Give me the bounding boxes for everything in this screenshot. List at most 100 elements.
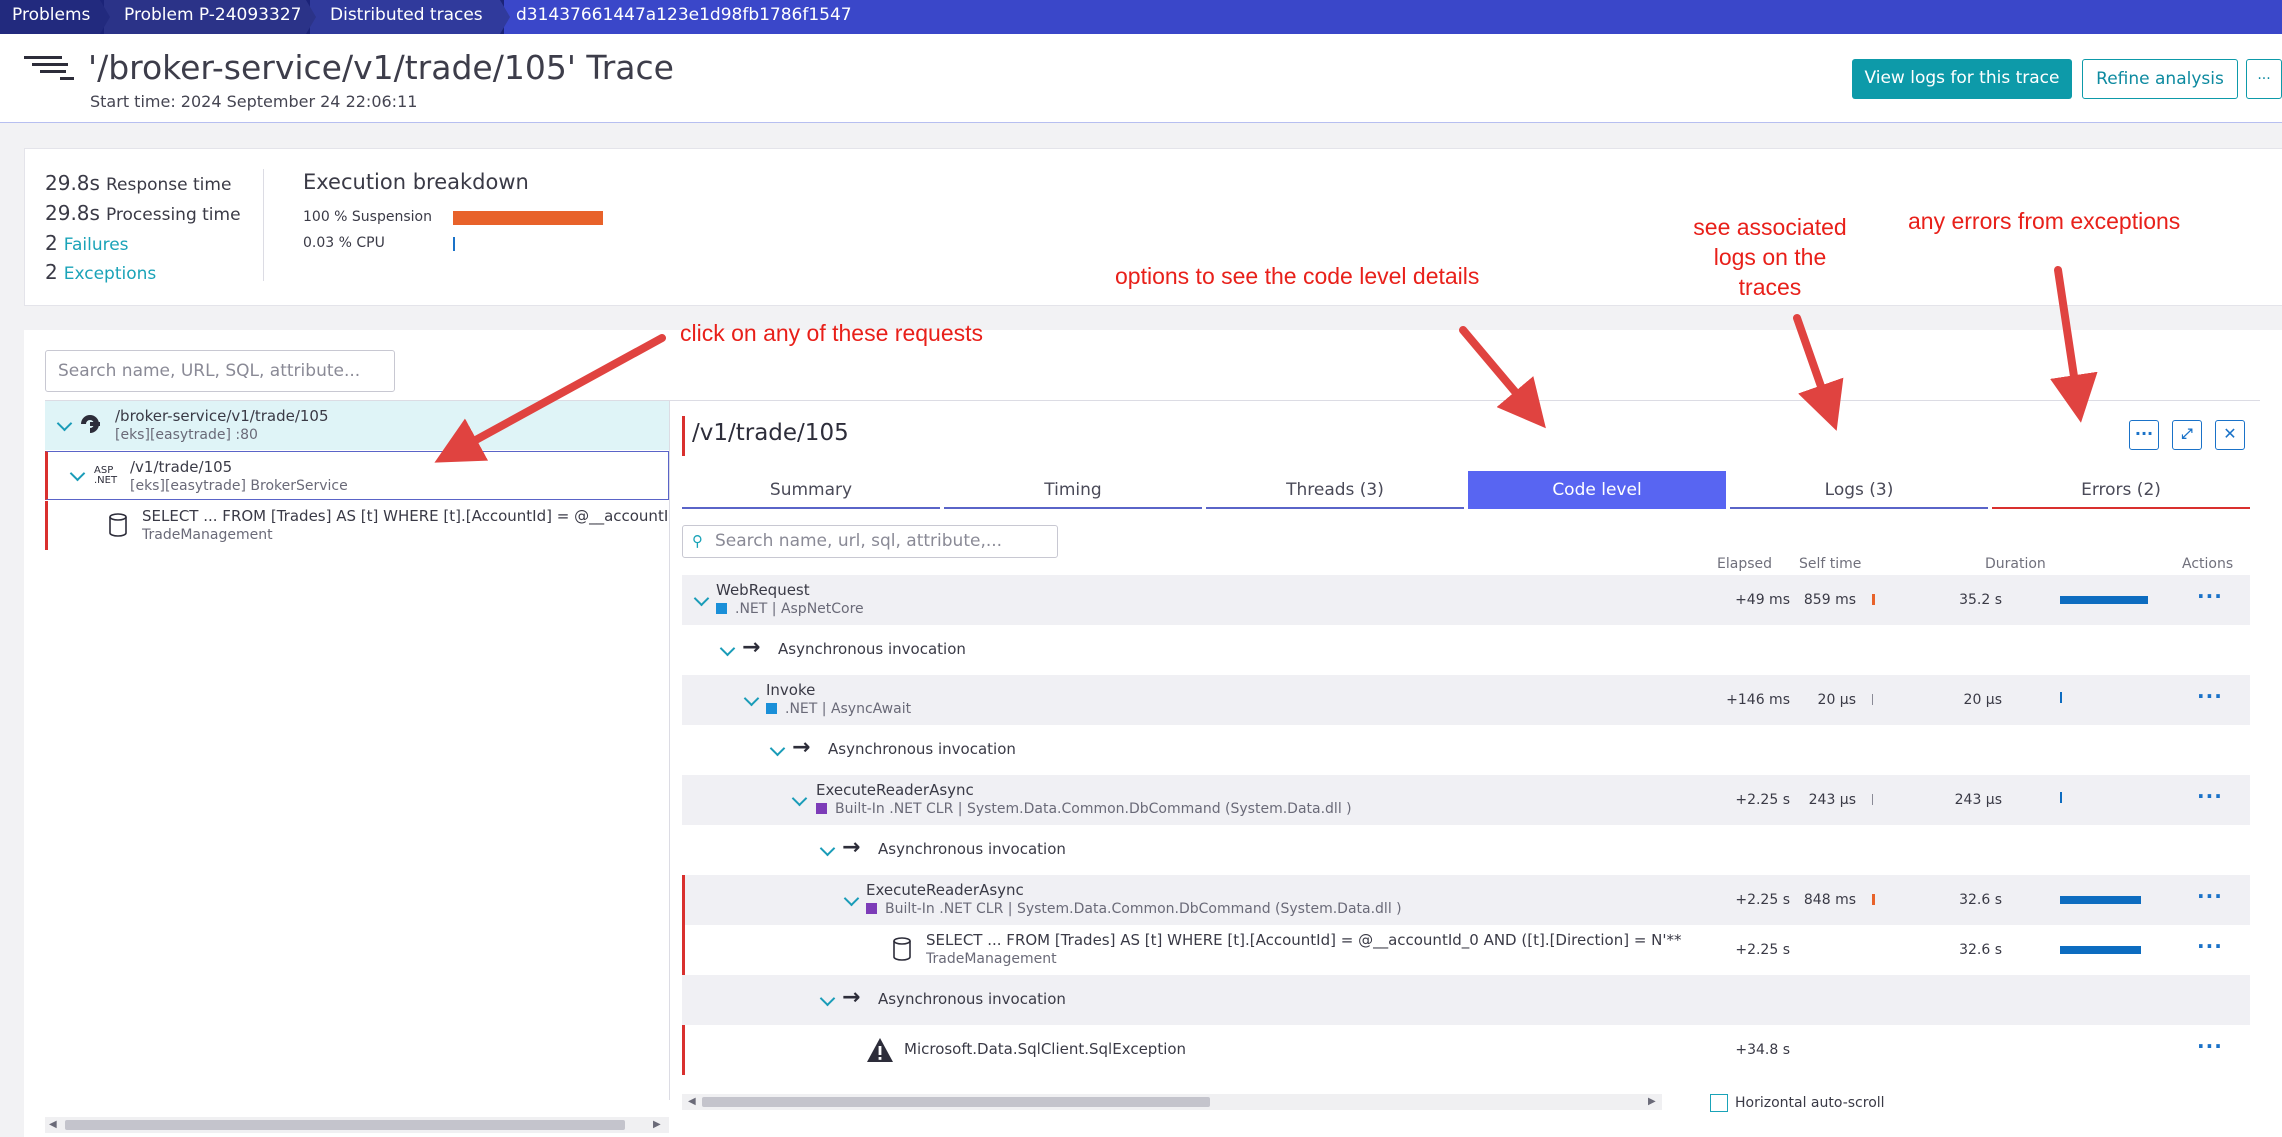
panel-divider	[669, 400, 670, 1100]
code-row-async[interactable]: → Asynchronous invocation	[682, 825, 2250, 875]
row-actions-icon[interactable]: ···	[2197, 884, 2223, 908]
code-row-invoke[interactable]: Invoke .NET | AsyncAwait +146 ms 20 μs 2…	[682, 675, 2250, 725]
breadcrumb-label: Problem P-24093327	[124, 5, 302, 25]
row-elapsed: +2.25 s	[1735, 942, 1790, 958]
tree-search-input[interactable]: Search name, URL, SQL, attribute...	[45, 350, 395, 392]
processing-time: 29.8s Processing time	[45, 201, 241, 225]
row-duration: 35.2 s	[1959, 592, 2002, 608]
row-actions-icon[interactable]: ···	[2197, 784, 2223, 808]
database-icon	[108, 513, 128, 541]
exceptions-link[interactable]: Exceptions	[64, 264, 157, 284]
code-row-webrequest[interactable]: WebRequest .NET | AspNetCore +49 ms 859 …	[682, 575, 2250, 625]
scrollbar-thumb[interactable]	[702, 1097, 1210, 1107]
row-name: ExecuteReaderAsync	[816, 781, 974, 799]
tree-item-broker-service[interactable]: /broker-service/v1/trade/105 [eks][easyt…	[45, 401, 669, 450]
annotation-click-requests: click on any of these requests	[680, 320, 983, 346]
row-actions-icon[interactable]: ···	[2197, 584, 2223, 608]
tab-threads[interactable]: Threads (3)	[1206, 471, 1464, 509]
chevron-down-icon	[769, 740, 786, 757]
exceptions[interactable]: 2 Exceptions	[45, 260, 156, 284]
code-row-execute-reader[interactable]: ExecuteReaderAsync Built-In .NET CLR | S…	[682, 775, 2250, 825]
breadcrumb-distributed-traces[interactable]: Distributed traces	[310, 0, 510, 34]
tab-summary[interactable]: Summary	[682, 471, 940, 509]
row-elapsed: +34.8 s	[1735, 1042, 1790, 1058]
tab-code-level[interactable]: Code level	[1468, 471, 1726, 509]
arrow-right-icon: →	[842, 985, 861, 1010]
row-name: Asynchronous invocation	[828, 740, 1016, 758]
tree-item-sql[interactable]: SELECT ... FROM [Trades] AS [t] WHERE [t…	[45, 501, 669, 550]
chevron-down-icon	[819, 840, 836, 857]
view-logs-button[interactable]: View logs for this trace	[1852, 59, 2072, 99]
breadcrumb-problems[interactable]: Problems	[0, 0, 110, 34]
row-actions-icon[interactable]: ···	[2197, 684, 2223, 708]
auto-scroll-label: Horizontal auto-scroll	[1735, 1095, 1885, 1111]
code-row-sql-error[interactable]: SELECT ... FROM [Trades] AS [t] WHERE [t…	[682, 925, 2250, 975]
breadcrumb-trace-id: d31437661447a123e1d98fb1786f1547	[504, 0, 2282, 34]
code-search-input[interactable]: ⚲ Search name, url, sql, attribute,...	[682, 525, 1058, 558]
suspension-track	[453, 211, 603, 225]
search-icon: ⚲	[692, 532, 703, 550]
code-row-async[interactable]: → Asynchronous invocation	[682, 975, 2250, 1025]
refine-analysis-button[interactable]: Refine analysis	[2082, 59, 2238, 99]
technology-icon	[866, 903, 877, 914]
failures-value: 2	[45, 231, 58, 255]
duration-bar	[2060, 596, 2148, 604]
column-self-time: Self time	[1799, 556, 1862, 572]
code-row-exception[interactable]: Microsoft.Data.SqlClient.SqlException +3…	[682, 1025, 2250, 1075]
failures[interactable]: 2 Failures	[45, 231, 129, 255]
tab-logs[interactable]: Logs (3)	[1730, 471, 1988, 509]
row-actions-icon[interactable]: ···	[2197, 934, 2223, 958]
asp-net-icon: ASP .NET	[94, 465, 118, 486]
tab-timing[interactable]: Timing	[944, 471, 1202, 509]
annotation-logs: see associated logs on the traces	[1693, 214, 1847, 300]
tab-errors[interactable]: Errors (2)	[1992, 471, 2250, 509]
scroll-left-icon[interactable]: ◀	[49, 1119, 57, 1130]
row-name: Asynchronous invocation	[878, 840, 1066, 858]
breadcrumb-problem[interactable]: Problem P-24093327	[104, 0, 316, 34]
tree-item-sub: TradeManagement	[142, 527, 273, 543]
failures-link[interactable]: Failures	[64, 235, 129, 255]
self-time-tick	[1872, 594, 1875, 605]
row-actions-icon[interactable]: ···	[2197, 1034, 2223, 1058]
scroll-right-icon[interactable]: ▶	[653, 1119, 661, 1130]
tree-item-asp-net[interactable]: ASP .NET /v1/trade/105 [eks][easytrade] …	[45, 451, 669, 500]
code-row-async[interactable]: → Asynchronous invocation	[682, 725, 2250, 775]
row-name: SELECT ... FROM [Trades] AS [t] WHERE [t…	[926, 931, 1682, 949]
self-time-tick	[1872, 894, 1875, 905]
error-marker	[682, 925, 685, 975]
suspension-bar	[453, 211, 603, 225]
warning-icon	[866, 1037, 894, 1067]
more-options-icon[interactable]: ···	[2129, 420, 2159, 450]
tree-item-sub: [eks][easytrade] :80	[115, 427, 258, 443]
annotation-code-level: options to see the code level details	[1115, 263, 1480, 289]
breakdown-title: Execution breakdown	[303, 170, 529, 194]
expand-icon[interactable]: ⤢	[2172, 420, 2202, 450]
tree-item-title: /broker-service/v1/trade/105	[115, 407, 329, 425]
detail-title: /v1/trade/105	[692, 420, 849, 446]
duration-bar	[2060, 792, 2062, 803]
scroll-left-icon[interactable]: ◀	[688, 1096, 696, 1107]
tree-item-title: SELECT ... FROM [Trades] AS [t] WHERE [t…	[142, 507, 669, 525]
row-self-time: 859 ms	[1803, 592, 1856, 608]
technology-icon	[716, 603, 727, 614]
tree-scrollbar[interactable]: ◀ ▶	[45, 1117, 669, 1133]
column-actions: Actions	[2182, 556, 2234, 572]
code-row-async[interactable]: → Asynchronous invocation	[682, 625, 2250, 675]
chevron-down-icon	[69, 465, 86, 482]
service-icon	[77, 411, 103, 437]
scrollbar-thumb[interactable]	[65, 1120, 625, 1130]
detail-error-marker	[682, 416, 685, 456]
row-sub: Built-In .NET CLR | System.Data.Common.D…	[835, 801, 1352, 817]
code-row-execute-reader-error[interactable]: ExecuteReaderAsync Built-In .NET CLR | S…	[682, 875, 2250, 925]
scroll-right-icon[interactable]: ▶	[1648, 1096, 1656, 1107]
auto-scroll-checkbox[interactable]	[1710, 1094, 1728, 1112]
divider	[263, 169, 264, 281]
close-icon[interactable]: ✕	[2215, 420, 2245, 450]
column-duration: Duration	[1985, 556, 2046, 572]
more-actions-button[interactable]: ···	[2246, 59, 2282, 99]
detail-scrollbar[interactable]: ◀ ▶	[682, 1094, 1662, 1110]
row-name: Asynchronous invocation	[878, 990, 1066, 1008]
row-elapsed: +2.25 s	[1735, 792, 1790, 808]
arrow-right-icon: →	[742, 635, 761, 660]
row-elapsed: +2.25 s	[1735, 892, 1790, 908]
